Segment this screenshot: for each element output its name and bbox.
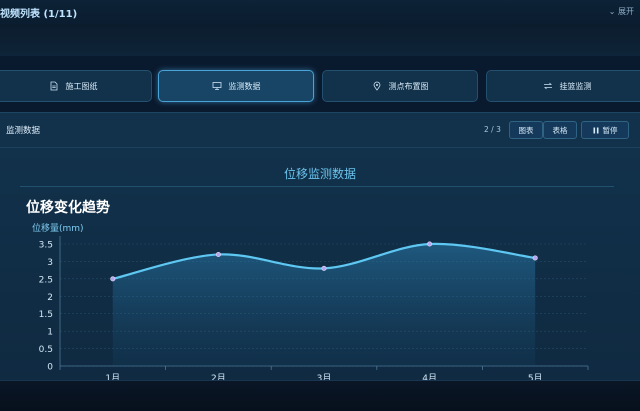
monitor-icon	[212, 82, 221, 90]
tab-label: 测点布置图	[388, 81, 429, 91]
monitoring-panel: 监测数据 2 / 3 图表 表格 暂停 位移监测数据 位移变化趋势 位移量(mm…	[0, 112, 640, 381]
video-strip	[0, 24, 640, 56]
data-point	[427, 241, 433, 247]
document-icon	[50, 81, 57, 91]
y-tick-label: 1	[47, 328, 53, 338]
data-point	[215, 251, 221, 257]
chevron-down-icon: ⌄	[608, 7, 616, 16]
expand-label: 展开	[618, 7, 634, 16]
tab-point-layout[interactable]: 测点布置图	[322, 70, 478, 102]
y-tick-label: 0	[47, 363, 53, 373]
tab-label: 施工图纸	[65, 81, 98, 91]
tab-label: 监测数据	[228, 81, 261, 91]
tab-construction-drawings[interactable]: 施工图纸	[0, 70, 152, 102]
y-tick-label: 0.5	[39, 345, 53, 355]
expand-toggle[interactable]: ⌄ 展开	[609, 6, 634, 17]
displacement-chart: 00.511.522.533.51月 2月 3月 4月 5月	[39, 236, 589, 381]
top-bar: 视频列表 (1/11) ⌄ 展开	[0, 0, 640, 25]
data-point	[110, 276, 116, 282]
y-tick-label: 1.5	[39, 310, 53, 320]
y-tick-label: 3	[47, 258, 53, 268]
transfer-arrows-icon	[543, 82, 552, 90]
location-pin-icon	[373, 81, 380, 91]
tab-bar: 施工图纸 监测数据 测点布置图 挂篮监测	[0, 68, 640, 104]
tab-hanging-basket[interactable]: 挂篮监测	[486, 70, 640, 102]
y-tick-label: 2.5	[39, 275, 53, 285]
data-point	[321, 265, 327, 271]
bottom-bar	[0, 380, 640, 411]
y-tick-label: 2	[47, 293, 53, 303]
data-point	[532, 255, 538, 261]
video-list-title: 视频列表 (1/11)	[0, 9, 78, 20]
y-tick-label: 3.5	[39, 241, 53, 251]
tab-monitoring-data[interactable]: 监测数据	[158, 70, 314, 102]
tab-label: 挂篮监测	[559, 81, 592, 91]
